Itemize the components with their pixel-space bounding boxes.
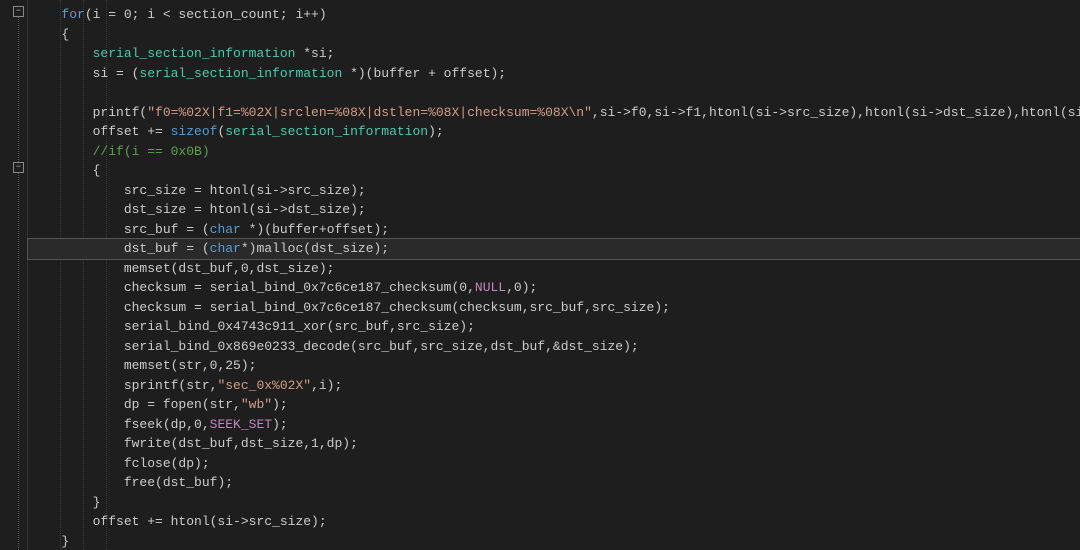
code-text: checksum = serial_bind_0x7c6ce187_checks… xyxy=(124,300,670,315)
keyword: char xyxy=(210,222,241,237)
code-text: serial_bind_0x4743c911_xor(src_buf,src_s… xyxy=(124,319,475,334)
code-text: (i = 0; i < section_count; i++) xyxy=(85,7,327,22)
code-line[interactable]: fwrite(dst_buf,dst_size,1,dp); xyxy=(28,434,1080,454)
code-line[interactable]: for(i = 0; i < section_count; i++) xyxy=(28,5,1080,25)
code-line[interactable]: memset(dst_buf,0,dst_size); xyxy=(28,259,1080,279)
code-text: *)(buffer + offset); xyxy=(342,66,506,81)
code-text: } xyxy=(93,495,101,510)
keyword: for xyxy=(61,7,84,22)
code-text: { xyxy=(93,163,101,178)
code-line[interactable]: fseek(dp,0,SEEK_SET); xyxy=(28,415,1080,435)
function-call: printf xyxy=(93,105,140,120)
code-line-current[interactable]: dst_buf = (char*)malloc(dst_size); xyxy=(28,239,1080,259)
code-line[interactable]: checksum = serial_bind_0x7c6ce187_checks… xyxy=(28,298,1080,318)
code-line[interactable]: offset += htonl(si->src_size); xyxy=(28,512,1080,532)
code-text: fseek(dp,0, xyxy=(124,417,210,432)
code-line[interactable] xyxy=(28,83,1080,103)
code-text: { xyxy=(61,27,69,42)
code-line[interactable]: serial_bind_0x869e0233_decode(src_buf,sr… xyxy=(28,337,1080,357)
code-text: ,si->f0,si->f1,htonl(si->src_size),htonl… xyxy=(592,105,1080,120)
string-literal: "sec_0x%02X" xyxy=(217,378,311,393)
code-editor[interactable]: − − for(i = 0; i < section_count; i++) {… xyxy=(0,0,1080,550)
code-text: ,i); xyxy=(311,378,342,393)
code-text: dst_size = htonl(si->dst_size); xyxy=(124,202,366,217)
code-line[interactable]: { xyxy=(28,25,1080,45)
comment: //if(i == 0x0B) xyxy=(93,144,210,159)
code-text: memset(str,0,25); xyxy=(124,358,257,373)
code-text: checksum = serial_bind_0x7c6ce187_checks… xyxy=(124,280,475,295)
code-line[interactable]: dp = fopen(str,"wb"); xyxy=(28,395,1080,415)
fold-toggle-icon[interactable]: − xyxy=(13,6,24,17)
code-line[interactable]: sprintf(str,"sec_0x%02X",i); xyxy=(28,376,1080,396)
code-text: ); xyxy=(272,417,288,432)
keyword: sizeof xyxy=(171,124,218,139)
code-line[interactable]: checksum = serial_bind_0x7c6ce187_checks… xyxy=(28,278,1080,298)
code-line[interactable]: si = (serial_section_information *)(buff… xyxy=(28,64,1080,84)
code-text: offset += xyxy=(93,124,171,139)
code-text: offset += htonl(si->src_size); xyxy=(93,514,327,529)
fold-guide-line xyxy=(18,8,19,550)
type-name: serial_section_information xyxy=(225,124,428,139)
code-line[interactable]: offset += sizeof(serial_section_informat… xyxy=(28,122,1080,142)
code-line[interactable]: } xyxy=(28,493,1080,513)
code-line[interactable]: { xyxy=(28,161,1080,181)
code-text: *)(buffer+offset); xyxy=(241,222,389,237)
code-line[interactable]: fclose(dp); xyxy=(28,454,1080,474)
code-area[interactable]: for(i = 0; i < section_count; i++) { ser… xyxy=(28,0,1080,550)
code-text: memset(dst_buf,0,dst_size); xyxy=(124,261,335,276)
code-text: src_buf = ( xyxy=(124,222,210,237)
code-line[interactable]: } xyxy=(28,532,1080,550)
code-line[interactable]: memset(str,0,25); xyxy=(28,356,1080,376)
code-line[interactable]: src_buf = (char *)(buffer+offset); xyxy=(28,220,1080,240)
keyword: char xyxy=(210,241,241,256)
type-name: serial_section_information xyxy=(139,66,342,81)
code-line[interactable]: //if(i == 0x0B) xyxy=(28,142,1080,162)
type-name: serial_section_information xyxy=(93,46,296,61)
code-line[interactable]: printf("f0=%02X|f1=%02X|srclen=%08X|dstl… xyxy=(28,103,1080,123)
code-line[interactable]: free(dst_buf); xyxy=(28,473,1080,493)
code-text: ); xyxy=(428,124,444,139)
code-line[interactable]: dst_size = htonl(si->dst_size); xyxy=(28,200,1080,220)
code-text: serial_bind_0x869e0233_decode(src_buf,sr… xyxy=(124,339,639,354)
macro: NULL xyxy=(475,280,506,295)
code-text: dp = fopen(str, xyxy=(124,397,241,412)
macro: SEEK_SET xyxy=(210,417,272,432)
code-line[interactable]: serial_section_information *si; xyxy=(28,44,1080,64)
string-literal: "wb" xyxy=(241,397,272,412)
code-text: ); xyxy=(272,397,288,412)
code-text: ,0); xyxy=(506,280,537,295)
code-text: free(dst_buf); xyxy=(124,475,233,490)
code-line[interactable]: src_size = htonl(si->src_size); xyxy=(28,181,1080,201)
code-text: si = ( xyxy=(93,66,140,81)
code-line[interactable]: serial_bind_0x4743c911_xor(src_buf,src_s… xyxy=(28,317,1080,337)
code-text: dst_buf = ( xyxy=(124,241,210,256)
code-text: src_size = htonl(si->src_size); xyxy=(124,183,366,198)
code-text: *si; xyxy=(295,46,334,61)
code-text: } xyxy=(61,534,69,549)
code-text: fwrite(dst_buf,dst_size,1,dp); xyxy=(124,436,358,451)
code-text: *)malloc(dst_size); xyxy=(241,241,389,256)
code-text: sprintf(str, xyxy=(124,378,218,393)
fold-gutter: − − xyxy=(0,0,28,550)
string-literal: "f0=%02X|f1=%02X|srclen=%08X|dstlen=%08X… xyxy=(147,105,592,120)
fold-toggle-icon[interactable]: − xyxy=(13,162,24,173)
code-text: fclose(dp); xyxy=(124,456,210,471)
